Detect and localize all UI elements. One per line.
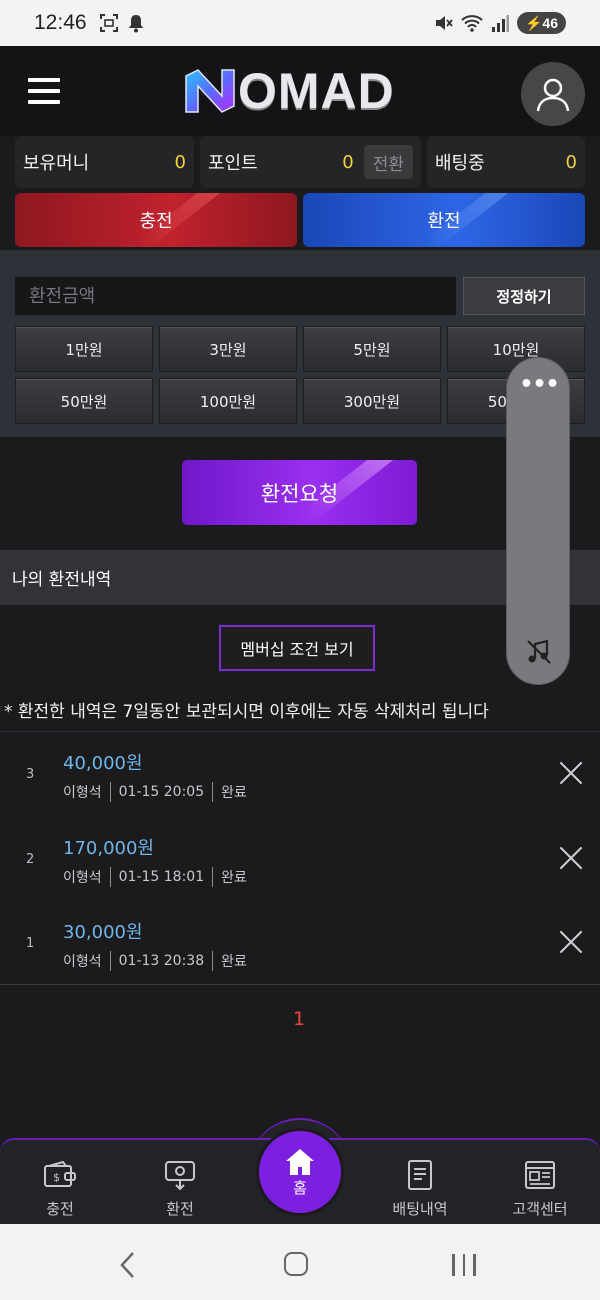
reset-button[interactable]: 정정하기 [463, 277, 585, 315]
balance-money-label: 보유머니 [23, 153, 90, 174]
retention-notice: * 환전한 내역은 7일동안 보관되시면 이후에는 자동 삭제처리 됩니다 [4, 702, 489, 722]
balance-betting-value: 0 [565, 151, 577, 173]
nav-home-label: 홈 [293, 1178, 307, 1197]
history-row-number: 3 [26, 767, 35, 782]
exchange-request-button[interactable]: 환전요청 [182, 460, 417, 525]
history-row-meta: 이형석 01-15 18:01 완료 [63, 867, 247, 887]
history-row-status: 완료 [221, 785, 247, 801]
amount-presets: 1만원 3만원 5만원 10만원 50만원 100만원 300만원 500만원 [15, 326, 585, 424]
charge-button[interactable]: 충전 [15, 193, 297, 247]
back-icon[interactable] [118, 1251, 138, 1279]
floating-panel[interactable]: ••• [506, 357, 570, 685]
history-row-meta: 이형석 01-15 20:05 완료 [63, 782, 247, 802]
system-home-icon[interactable] [284, 1252, 308, 1276]
exchange-amount-input[interactable] [15, 277, 456, 315]
notification-bell-icon [128, 15, 143, 33]
signal-icon [491, 15, 509, 32]
point-convert-button[interactable]: 전환 [363, 145, 413, 179]
nav-support[interactable]: 고객센터 [490, 1158, 590, 1219]
history-row-name: 이형석 [63, 785, 102, 801]
exchange-request-label: 환전요청 [260, 481, 339, 506]
menu-icon[interactable] [28, 78, 60, 104]
membership-conditions-button[interactable]: 멤버십 조건 보기 [219, 625, 375, 671]
screenshot-icon [99, 14, 118, 32]
nav-exchange-label: 환전 [166, 1200, 194, 1218]
balance-points-value: 0 [342, 151, 354, 173]
history-divider [0, 731, 600, 732]
history-row: 3 40,000원 이형석 01-15 20:05 완료 [0, 733, 600, 817]
battery-level: 46 [542, 15, 558, 31]
user-icon [536, 78, 570, 112]
history-row-name: 이형석 [63, 954, 102, 970]
history-row-date: 01-15 18:01 [118, 869, 205, 885]
amount-preset-button[interactable]: 100만원 [159, 378, 297, 424]
action-buttons: 충전 환전 [15, 193, 585, 247]
history-row: 2 170,000원 이형석 01-15 18:01 완료 [0, 818, 600, 902]
exchange-icon [165, 1161, 195, 1191]
document-icon [408, 1160, 432, 1190]
more-icon[interactable]: ••• [507, 372, 571, 397]
delete-icon[interactable] [559, 846, 583, 870]
history-row-name: 이형석 [63, 870, 102, 886]
music-off-icon[interactable] [525, 638, 553, 666]
nav-charge[interactable]: $ 충전 [10, 1158, 110, 1219]
app-header: N OMAD [0, 46, 600, 136]
mute-icon [435, 16, 453, 30]
history-row-amount: 170,000원 [63, 838, 154, 859]
history-row-number: 2 [26, 852, 35, 867]
delete-icon[interactable] [559, 761, 583, 785]
history-row-status: 완료 [221, 954, 247, 970]
balance-betting-label: 배팅중 [435, 153, 485, 174]
status-bar: 12:46 ⚡ 46 [0, 0, 600, 46]
nav-exchange[interactable]: 환전 [130, 1158, 230, 1219]
nav-charge-label: 충전 [46, 1200, 74, 1218]
history-row-amount: 30,000원 [63, 922, 143, 943]
nav-bet-history[interactable]: 배팅내역 [370, 1158, 470, 1219]
home-icon [286, 1148, 314, 1175]
exchange-button[interactable]: 환전 [303, 193, 585, 247]
balance-money: 보유머니 0 [15, 136, 194, 188]
wifi-icon [461, 15, 483, 32]
amount-preset-button[interactable]: 300만원 [303, 378, 441, 424]
history-row-amount: 40,000원 [63, 753, 143, 774]
recent-apps-icon[interactable] [452, 1254, 476, 1276]
nav-support-label: 고객센터 [512, 1200, 568, 1218]
balance-money-value: 0 [174, 151, 186, 173]
logo-n-mark: N [182, 66, 235, 113]
history-row-status: 완료 [221, 870, 247, 886]
history-row-date: 01-15 20:05 [118, 784, 205, 800]
balance-points: 포인트 0 전환 [200, 136, 421, 188]
logo-text: OMAD [238, 63, 395, 119]
amount-preset-button[interactable]: 1만원 [15, 326, 153, 372]
history-row-number: 1 [26, 936, 35, 951]
exchange-button-label: 환전 [427, 211, 461, 232]
amount-preset-button[interactable]: 5만원 [303, 326, 441, 372]
avatar[interactable] [521, 62, 585, 126]
logo-first-letter: N [182, 66, 194, 70]
charge-button-label: 충전 [139, 211, 173, 232]
battery-indicator: ⚡ 46 [516, 12, 566, 34]
history-row-date: 01-13 20:38 [118, 953, 205, 969]
balance-betting: 배팅중 0 [427, 136, 585, 188]
nav-bet-history-label: 배팅내역 [392, 1200, 448, 1218]
delete-icon[interactable] [559, 930, 583, 954]
support-board-icon [525, 1161, 555, 1189]
amount-preset-button[interactable]: 50만원 [15, 378, 153, 424]
history-row: 1 30,000원 이형석 01-13 20:38 완료 [0, 902, 600, 986]
balance-points-label: 포인트 [208, 153, 258, 174]
history-row-meta: 이형석 01-13 20:38 완료 [63, 951, 247, 971]
wallet-icon: $ [44, 1160, 76, 1187]
balance-bar: 보유머니 0 포인트 0 전환 배팅중 0 [15, 136, 585, 188]
history-divider [0, 984, 600, 985]
nav-home-button[interactable]: 홈 [259, 1131, 341, 1213]
logo[interactable]: N OMAD [182, 66, 395, 116]
amount-preset-button[interactable]: 3만원 [159, 326, 297, 372]
pagination-current-page[interactable]: 1 [293, 1008, 305, 1030]
system-navigation-bar [0, 1224, 600, 1300]
status-time: 12:46 [34, 11, 87, 34]
svg-text:$: $ [53, 1171, 60, 1184]
